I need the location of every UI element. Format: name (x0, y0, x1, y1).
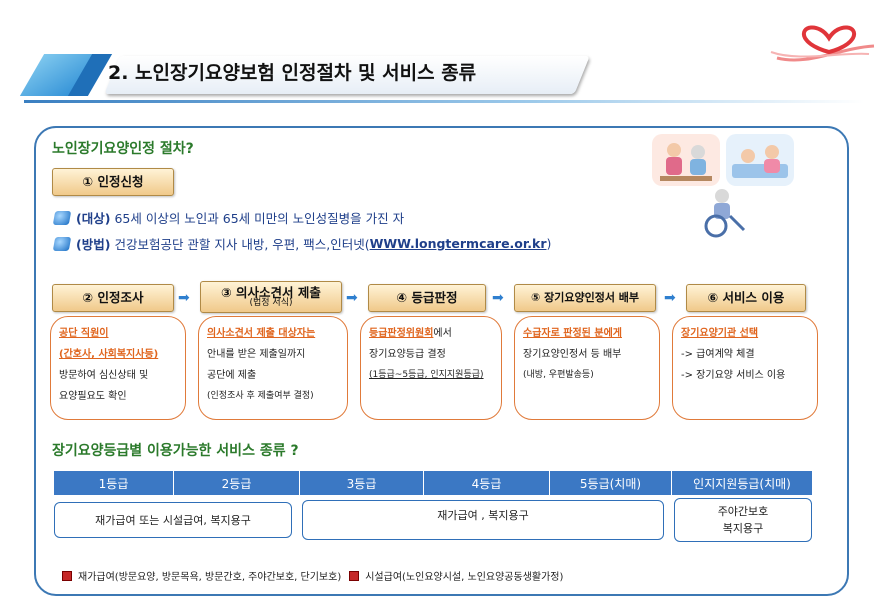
card-line: 의사소견서 제출 대상자는 (207, 328, 316, 339)
card-line: 장기요양인정서 등 배부 (523, 349, 622, 360)
wheelchair-illustration (704, 189, 746, 238)
method-close: ) (546, 236, 552, 251)
caregiver-illustration (652, 134, 720, 186)
arrow-right-icon: ➡ (664, 290, 676, 306)
grade-col-3: 3등급 (300, 471, 424, 495)
grade-col-4: 4등급 (424, 471, 550, 495)
step3-label: ③ 의사소견서 제출 (221, 284, 321, 300)
card-line: (1등급~5등급, 인지지원등급) (369, 370, 484, 380)
method-line: (방법) 건강보험공단 관할 지사 내방, 우편, 팩스,인터넷(WWW.lon… (52, 234, 552, 253)
procedure-section-title: 노인장기요양인정 절차? (52, 141, 194, 157)
step4-label: ④ 등급판정 (396, 290, 458, 306)
grade-box-cognitive: 주야간보호 복지용구 (674, 498, 812, 542)
legend: 재가급여(방문요양, 방문목욕, 방문간호, 주야간보호, 단기보호) 시설급여… (62, 568, 563, 583)
target-text: 65세 이상의 노인과 65세 미만의 노인성질병을 가진 자 (114, 211, 405, 226)
step4-pill: ④ 등급판정 (368, 284, 486, 312)
longtermcare-link[interactable]: WWW.longtermcare.or.kr (370, 236, 547, 251)
card-line: 에서 (433, 328, 452, 339)
arrow-right-icon: ➡ (178, 290, 190, 306)
grade-box-cognitive-line1: 주야간보호 (717, 505, 769, 518)
card-line: 등급판정위원회 (369, 328, 434, 339)
card-line: 공단 직원이 (59, 328, 109, 339)
card-line: 요양필요도 확인 (59, 391, 127, 402)
arrow-right-icon: ➡ (492, 290, 504, 306)
card-line: -> 장기요양 서비스 이용 (681, 370, 786, 381)
bullet-cube-icon (52, 210, 72, 225)
step5-label: ⑤ 장기요양인정서 배부 (530, 291, 640, 305)
target-label: (대상) (76, 211, 111, 226)
card-line: 안내를 받은 제출일까지 (207, 349, 306, 360)
bedside-care-illustration (726, 134, 794, 186)
card-line: (간호사, 사회복지사등) (59, 349, 159, 360)
legend-square-icon (349, 570, 360, 581)
card-line: 장기요양기관 선택 (681, 328, 759, 339)
step3-card: 의사소견서 제출 대상자는 안내를 받은 제출일까지 공단에 제출 (인정조사 … (198, 316, 348, 420)
card-line: (내방, 우편발송등) (523, 370, 594, 380)
grades-section-title: 장기요양등급별 이용가능한 서비스 종류 ? (52, 443, 299, 459)
grade-box-3-5: 재가급여 , 복지용구 (302, 500, 664, 540)
step3-pill: ③ 의사소견서 제출 (법정 서식) (200, 281, 342, 313)
step4-card: 등급판정위원회에서 장기요양등급 결정 (1등급~5등급, 인지지원등급) (360, 316, 502, 420)
grade-box-1-2: 재가급여 또는 시설급여, 복지용구 (54, 502, 292, 538)
bullet-cube-icon (52, 236, 72, 251)
card-line: 장기요양등급 결정 (369, 349, 446, 360)
grade-box-cognitive-line2: 복지용구 (722, 522, 764, 535)
card-line: -> 급여계약 체결 (681, 349, 755, 360)
step2-pill: ② 인정조사 (52, 284, 174, 312)
legend-item-facility-care: 시설급여(노인요양시설, 노인요양공동생활가정) (365, 572, 564, 583)
grade-col-1: 1등급 (54, 471, 174, 495)
step2-card: 공단 직원이 (간호사, 사회복지사등) 방문하여 심신상태 및 요양필요도 확… (50, 316, 186, 420)
step1-pill: ① 인정신청 (52, 168, 174, 196)
target-line: (대상) 65세 이상의 노인과 65세 미만의 노인성질병을 가진 자 (52, 208, 405, 227)
card-line: (인정조사 후 제출여부 결정) (207, 391, 314, 401)
step1-label: ① 인정신청 (82, 174, 144, 190)
card-line: 수급자로 판정된 분에게 (523, 328, 622, 339)
step2-label: ② 인정조사 (82, 290, 144, 306)
card-line: 방문하여 심신상태 및 (59, 370, 149, 381)
legend-square-icon (62, 570, 72, 581)
method-label: (방법) (76, 237, 111, 252)
step3-sub: (법정 서식) (249, 297, 293, 308)
step6-pill: ⑥ 서비스 이용 (686, 284, 806, 312)
arrow-right-icon: ➡ (346, 290, 358, 306)
method-text: 건강보험공단 관할 지사 내방, 우편, 팩스,인터넷( (114, 237, 370, 252)
grade-col-5: 5등급(치매) (550, 471, 672, 495)
page-title: 2. 노인장기요양보험 인정절차 및 서비스 종류 (108, 62, 477, 84)
heart-ribbon-icon (770, 25, 875, 62)
step5-card: 수급자로 판정된 분에게 장기요양인정서 등 배부 (내방, 우편발송등) (514, 316, 660, 420)
card-line: 공단에 제출 (207, 370, 257, 381)
grade-col-6: 인지지원등급(치매) (693, 476, 791, 491)
step6-card: 장기요양기관 선택 -> 급여계약 체결 -> 장기요양 서비스 이용 (672, 316, 818, 420)
legend-item-home-care: 재가급여(방문요양, 방문목욕, 방문간호, 주야간보호, 단기보호) (78, 572, 342, 583)
step6-label: ⑥ 서비스 이용 (707, 290, 785, 306)
step5-pill: ⑤ 장기요양인정서 배부 (514, 284, 656, 312)
grade-header-row: 1등급 2등급 3등급 4등급 5등급(치매) 인지지원등급(치매) (54, 471, 812, 495)
header-divider (24, 100, 864, 103)
grade-col-2: 2등급 (174, 471, 300, 495)
